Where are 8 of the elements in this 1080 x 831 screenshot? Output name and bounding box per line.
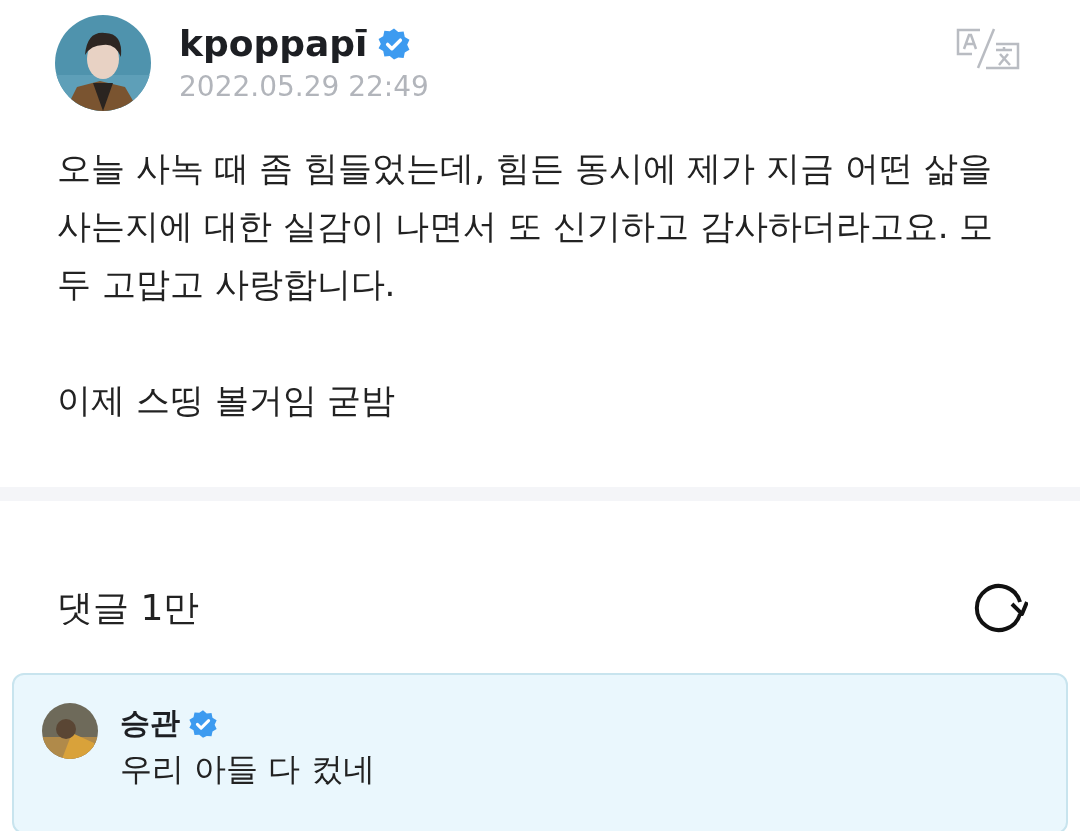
comments-count: 댓글 1만 [57,585,200,630]
post-date: 2022.05.29 22:49 [179,70,430,103]
commenter-name[interactable]: 승관 [120,703,180,744]
post-paragraph: 오늘 사녹 때 좀 힘들었는데, 힘든 동시에 제가 지금 어떤 삶을 사는지에 대한 실감이 나면서 또 신기하고 감사하더라고요. 모두 고맙고 사랑합니다. [57,147,995,306]
post-paragraph: 이제 스띵 볼거임 굳밤 [57,379,397,422]
refresh-icon[interactable] [972,582,1028,634]
comment-text: 우리 아들 다 컸네 [120,749,375,790]
author-name[interactable]: kpoppapī [179,23,368,64]
